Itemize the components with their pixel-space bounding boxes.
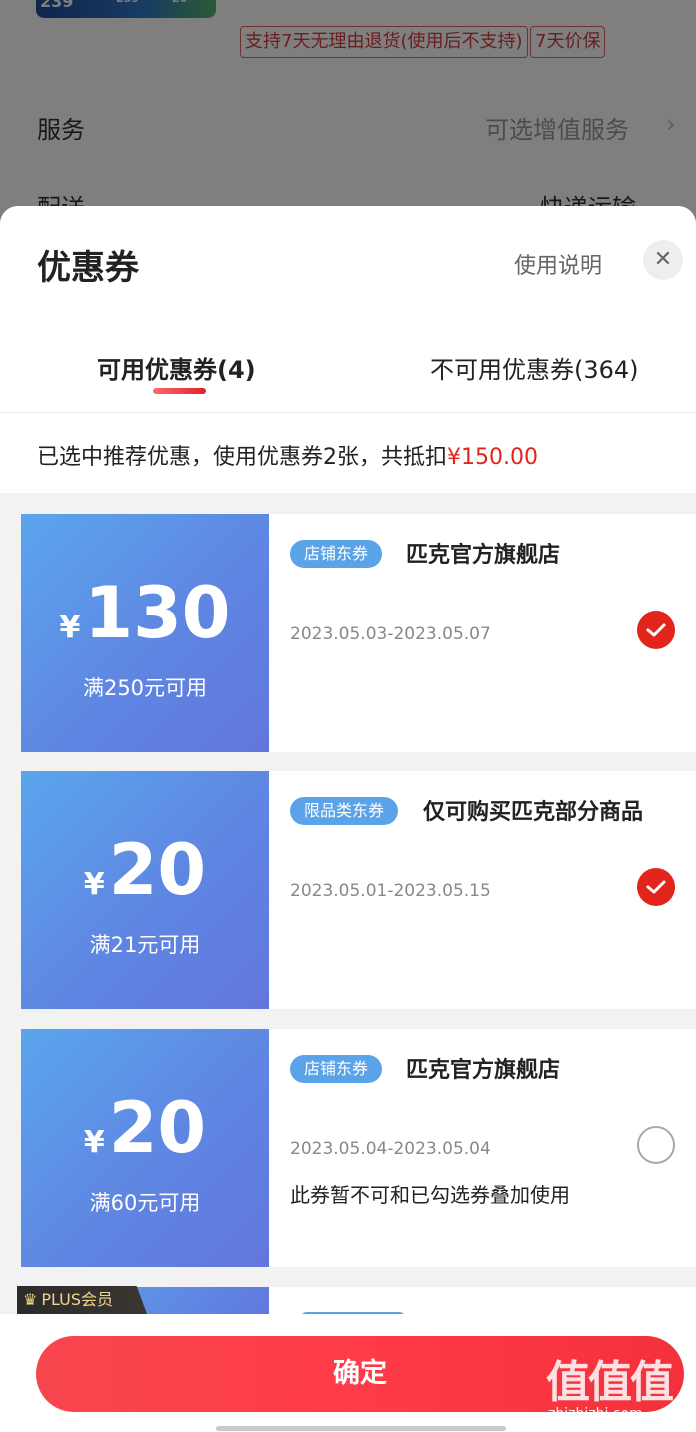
- sheet-header: 优惠券 使用说明 ✕ 可用优惠券(4) 不可用优惠券(364): [0, 206, 696, 412]
- coupon-condition: 满60元可用: [89, 1191, 201, 1215]
- coupon-amount: 20: [108, 829, 207, 911]
- close-icon[interactable]: ✕: [643, 240, 683, 280]
- coupon-stacking-note: 此券暂不可和已勾选券叠加使用: [290, 1183, 570, 1207]
- coupon-type-badge: 店铺东券: [290, 1055, 383, 1083]
- coupon-type-badge: 店铺东券: [290, 540, 383, 568]
- coupon-condition: 满250元可用: [82, 676, 208, 700]
- coupon-amount: 20: [108, 1087, 207, 1169]
- coupon-date-range: 2023.05.03-2023.05.07: [290, 624, 491, 644]
- coupon-value-panel: ¥20 满21元可用: [17, 771, 269, 1009]
- watermark-url: zhizhizhi.com: [548, 1406, 643, 1422]
- usage-instructions-link[interactable]: 使用说明: [514, 248, 602, 280]
- coupon-card[interactable]: ¥20 满60元可用 店铺东券 匹克官方旗舰店 2023.05.04-2023.…: [17, 1029, 696, 1267]
- crown-icon: ♛: [23, 1290, 38, 1309]
- currency-symbol: ¥: [83, 867, 105, 902]
- coupon-date-range: 2023.05.04-2023.05.04: [290, 1139, 491, 1159]
- coupon-title: 匹克官方旗舰店: [406, 1058, 561, 1083]
- home-indicator[interactable]: [216, 1426, 506, 1431]
- tab-unavailable-coupons[interactable]: 不可用优惠券(364): [430, 350, 639, 385]
- plus-member-badge: ♛ PLUS会员: [17, 1286, 147, 1314]
- currency-symbol: ¥: [83, 1125, 105, 1160]
- summary-text: 已选中推荐优惠，使用优惠券2张，共抵扣: [37, 445, 447, 470]
- coupon-amount: 130: [84, 572, 231, 654]
- sheet-title: 优惠券: [37, 248, 139, 288]
- coupon-card[interactable]: ¥20 满21元可用 限品类东券 仅可购买匹克部分商品 2023.05.01-2…: [17, 771, 696, 1009]
- coupon-title: 匹克官方旗舰店: [406, 543, 561, 568]
- watermark-logo: 值值值: [546, 1357, 674, 1408]
- coupon-sheet: 优惠券 使用说明 ✕ 可用优惠券(4) 不可用优惠券(364) 已选中推荐优惠，…: [0, 206, 696, 1432]
- unchecked-circle-icon[interactable]: [637, 1126, 675, 1164]
- coupon-condition: 满21元可用: [89, 933, 201, 957]
- coupon-type-badge: 限品类东券: [290, 797, 399, 825]
- currency-symbol: ¥: [59, 610, 81, 645]
- coupon-value-panel: ¥20 满60元可用: [17, 1029, 269, 1267]
- plus-member-label: PLUS会员: [41, 1290, 113, 1309]
- selection-summary: 已选中推荐优惠，使用优惠券2张，共抵扣¥150.00: [0, 413, 696, 493]
- tab-available-coupons[interactable]: 可用优惠券(4): [97, 350, 256, 385]
- summary-amount: ¥150.00: [447, 445, 538, 470]
- coupon-title: 仅可购买匹克部分商品: [423, 800, 644, 825]
- active-tab-indicator: [153, 388, 206, 394]
- coupon-date-range: 2023.05.01-2023.05.15: [290, 881, 491, 901]
- coupon-value-panel: ¥130 满250元可用: [17, 514, 269, 752]
- coupon-card[interactable]: ¥130 满250元可用 店铺东券 匹克官方旗舰店 2023.05.03-202…: [17, 514, 696, 752]
- checked-icon[interactable]: [637, 868, 675, 906]
- checked-icon[interactable]: [637, 611, 675, 649]
